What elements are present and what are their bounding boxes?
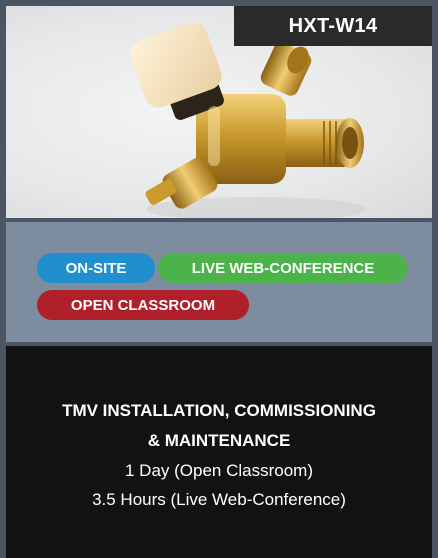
course-card[interactable]: HXT-W14 ON-SITE LIVE WEB-CONFERENCE OPEN… — [0, 0, 438, 558]
tag-live-web-conference[interactable]: LIVE WEB-CONFERENCE — [158, 253, 408, 283]
tag-on-site[interactable]: ON-SITE — [37, 253, 155, 283]
tag-open-classroom[interactable]: OPEN CLASSROOM — [37, 290, 249, 320]
course-title[interactable]: TMV INSTALLATION, COMMISSIONING & MAINTE… — [6, 396, 432, 456]
course-title-line2: & MAINTENANCE — [147, 431, 291, 450]
course-code-tag: HXT-W14 — [234, 6, 432, 46]
duration-web-conference: 3.5 Hours (Live Web-Conference) — [92, 490, 346, 509]
delivery-tags-panel: ON-SITE LIVE WEB-CONFERENCE OPEN CLASSRO… — [6, 222, 432, 342]
course-title-line1: TMV INSTALLATION, COMMISSIONING — [62, 401, 376, 420]
course-info-panel: TMV INSTALLATION, COMMISSIONING & MAINTE… — [6, 346, 432, 558]
course-image-panel: HXT-W14 — [6, 6, 432, 218]
brass-valve-image — [130, 24, 366, 218]
duration-classroom: 1 Day (Open Classroom) — [124, 461, 313, 480]
